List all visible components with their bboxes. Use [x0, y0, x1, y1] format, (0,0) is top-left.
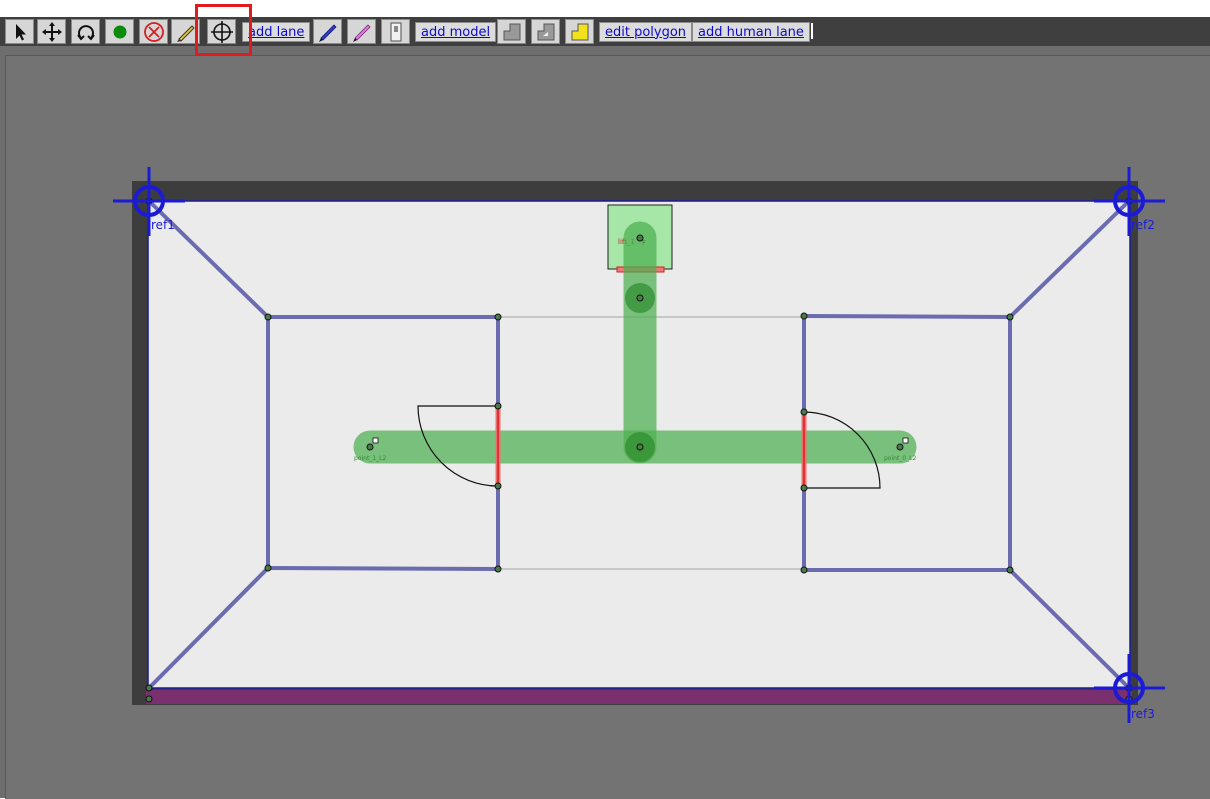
wall[interactable]: [802, 314, 1012, 319]
lane-vertex[interactable]: [636, 234, 644, 242]
vertex[interactable]: [800, 566, 808, 574]
fiducial-label-ref3: ref3: [1131, 707, 1155, 721]
floor-edge-band: [146, 690, 1132, 704]
vertex[interactable]: [494, 313, 502, 321]
fiducial-label-ref1: ref1: [151, 218, 175, 232]
lane-vertex[interactable]: [636, 443, 644, 451]
vertex[interactable]: [800, 484, 808, 492]
vertex[interactable]: [1006, 566, 1014, 574]
selection-highlight: [195, 4, 252, 56]
fiducial-label-ref2: ref2: [1131, 218, 1155, 232]
lane-vertex[interactable]: [896, 443, 904, 451]
vertex[interactable]: [494, 565, 502, 573]
vertex[interactable]: [800, 312, 808, 320]
wall[interactable]: [266, 566, 500, 571]
vertex[interactable]: [264, 313, 272, 321]
lane-point-label: point_1_L2: [354, 455, 386, 462]
vertex[interactable]: [145, 684, 153, 692]
vertex[interactable]: [800, 408, 808, 416]
parking-marker: [372, 437, 379, 444]
lane-point-label: point_0_L2: [884, 455, 916, 462]
lane-vertex[interactable]: [366, 443, 374, 451]
vertex[interactable]: [494, 482, 502, 490]
vertex[interactable]: [145, 695, 153, 703]
vertex[interactable]: [264, 564, 272, 572]
parking-marker: [902, 437, 909, 444]
vertex[interactable]: [1006, 313, 1014, 321]
lane-vertex[interactable]: [636, 294, 644, 302]
vertex[interactable]: [494, 402, 502, 410]
map-view[interactable]: lift_1 F point_1_L2 point_0_L2 ref1 ref2…: [0, 0, 1210, 798]
